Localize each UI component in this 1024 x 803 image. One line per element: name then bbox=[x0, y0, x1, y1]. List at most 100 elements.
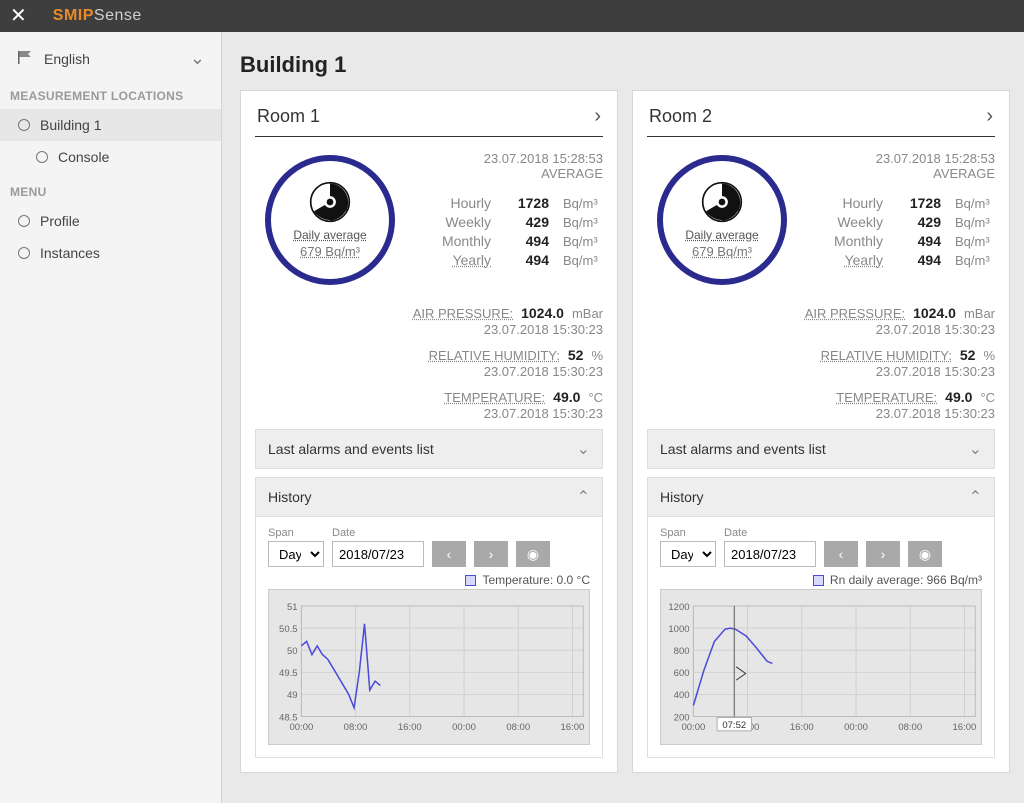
measure-timestamp: 23.07.2018 15:30:23 bbox=[484, 364, 603, 379]
rate-row-hourly: Hourly 1728 Bq/m³ bbox=[807, 195, 995, 211]
rate-unit: Bq/m³ bbox=[955, 196, 995, 211]
prev-button[interactable]: ‹ bbox=[824, 541, 858, 567]
rate-label: Hourly bbox=[433, 195, 491, 211]
rate-unit: Bq/m³ bbox=[563, 253, 603, 268]
record-button[interactable]: ◉ bbox=[516, 541, 550, 567]
language-selector[interactable]: English ⌄ bbox=[0, 38, 221, 83]
chart-legend: Rn daily average: 966 Bq/m³ bbox=[660, 573, 982, 587]
svg-text:1000: 1000 bbox=[668, 624, 689, 635]
chevron-right-icon[interactable]: › bbox=[594, 105, 601, 128]
svg-text:51: 51 bbox=[287, 602, 298, 613]
radio-icon bbox=[18, 119, 30, 131]
measure-unit: mBar bbox=[572, 306, 603, 321]
svg-text:08:00: 08:00 bbox=[898, 722, 922, 733]
legend-swatch-icon bbox=[465, 575, 476, 586]
section-menu: MENU bbox=[0, 179, 221, 205]
rate-row-weekly: Weekly 429 Bq/m³ bbox=[807, 214, 995, 230]
svg-text:00:00: 00:00 bbox=[289, 722, 313, 733]
history-chart[interactable]: 48.54949.55050.55100:0008:0016:0000:0008… bbox=[268, 589, 590, 745]
gauge-label: Daily average bbox=[685, 228, 758, 242]
room-title: Room 1 bbox=[257, 106, 320, 127]
svg-text:400: 400 bbox=[674, 690, 690, 701]
svg-text:50: 50 bbox=[287, 646, 298, 657]
svg-text:08:00: 08:00 bbox=[344, 722, 368, 733]
sidebar-item-profile[interactable]: Profile bbox=[0, 205, 221, 237]
measure-value: 1024.0 bbox=[913, 305, 956, 321]
measure-value: 52 bbox=[960, 347, 976, 363]
measure-value: 49.0 bbox=[553, 389, 580, 405]
sidebar-item-label: Profile bbox=[40, 213, 80, 229]
card-header[interactable]: Room 1 › bbox=[255, 101, 603, 137]
chevron-right-icon[interactable]: › bbox=[986, 105, 993, 128]
measure-unit: % bbox=[591, 348, 603, 363]
radiation-icon bbox=[701, 181, 743, 226]
rate-label: Yearly bbox=[825, 252, 883, 268]
rate-label: Monthly bbox=[825, 233, 883, 249]
rate-value: 494 bbox=[897, 252, 941, 268]
sidebar-item-instances[interactable]: Instances bbox=[0, 237, 221, 269]
rate-row-hourly: Hourly 1728 Bq/m³ bbox=[415, 195, 603, 211]
prev-button[interactable]: ‹ bbox=[432, 541, 466, 567]
history-chart[interactable]: 2004006008001000120000:0008:0016:0000:00… bbox=[660, 589, 982, 745]
history-panel: Span Day Date ‹ › ◉ Temperature: 0.0 °C … bbox=[255, 517, 603, 758]
legend-swatch-icon bbox=[813, 575, 824, 586]
date-input[interactable] bbox=[332, 541, 424, 567]
svg-text:00:00: 00:00 bbox=[681, 722, 705, 733]
chevron-up-icon: ⌃ bbox=[577, 487, 590, 507]
main-content: Building 1 Room 1 › Daily average 679 Bq… bbox=[222, 32, 1024, 803]
measure-label: RELATIVE HUMIDITY: bbox=[429, 348, 560, 363]
rate-row-monthly: Monthly 494 Bq/m³ bbox=[415, 233, 603, 249]
measure-unit: mBar bbox=[964, 306, 995, 321]
accordion-history[interactable]: History ⌃ bbox=[647, 477, 995, 517]
record-button[interactable]: ◉ bbox=[908, 541, 942, 567]
date-input[interactable] bbox=[724, 541, 816, 567]
svg-text:16:00: 16:00 bbox=[398, 722, 422, 733]
accordion-history[interactable]: History ⌃ bbox=[255, 477, 603, 517]
measure-label: TEMPERATURE: bbox=[836, 390, 937, 405]
sidebar-item-building-1[interactable]: Building 1 bbox=[0, 109, 221, 141]
accordion-label: History bbox=[660, 489, 704, 505]
accordion-label: History bbox=[268, 489, 312, 505]
measure-timestamp: 23.07.2018 15:30:23 bbox=[484, 322, 603, 337]
rate-unit: Bq/m³ bbox=[955, 253, 995, 268]
measure-unit: °C bbox=[588, 390, 603, 405]
next-button[interactable]: › bbox=[866, 541, 900, 567]
svg-text:00:00: 00:00 bbox=[452, 722, 476, 733]
span-select[interactable]: Day bbox=[660, 541, 716, 567]
measure-timestamp: 23.07.2018 15:30:23 bbox=[484, 406, 603, 421]
rate-label: Monthly bbox=[433, 233, 491, 249]
rate-unit: Bq/m³ bbox=[563, 234, 603, 249]
rate-row-weekly: Weekly 429 Bq/m³ bbox=[415, 214, 603, 230]
close-icon[interactable]: ✕ bbox=[10, 6, 27, 26]
legend-text: Rn daily average: 966 Bq/m³ bbox=[830, 573, 982, 587]
card-header[interactable]: Room 2 › bbox=[647, 101, 995, 137]
rate-row-yearly: Yearly 494 Bq/m³ bbox=[415, 252, 603, 268]
accordion-alarms[interactable]: Last alarms and events list ⌄ bbox=[647, 429, 995, 469]
next-button[interactable]: › bbox=[474, 541, 508, 567]
rate-value: 494 bbox=[897, 233, 941, 249]
rate-label: Weekly bbox=[433, 214, 491, 230]
measure-temp: TEMPERATURE: 49.0 °C 23.07.2018 15:30:23 bbox=[647, 389, 995, 421]
logo-part-1: SMIP bbox=[53, 7, 94, 24]
measure-timestamp: 23.07.2018 15:30:23 bbox=[876, 364, 995, 379]
accordion-label: Last alarms and events list bbox=[660, 441, 826, 457]
chevron-down-icon: ⌄ bbox=[969, 439, 982, 459]
svg-text:16:00: 16:00 bbox=[561, 722, 585, 733]
span-label: Span bbox=[268, 527, 324, 539]
radio-icon bbox=[18, 215, 30, 227]
radiation-gauge: Daily average 679 Bq/m³ bbox=[265, 155, 395, 285]
rate-value: 1728 bbox=[897, 195, 941, 211]
svg-text:49: 49 bbox=[287, 690, 298, 701]
rate-value: 429 bbox=[505, 214, 549, 230]
rate-value: 494 bbox=[505, 252, 549, 268]
radio-icon bbox=[18, 247, 30, 259]
span-select[interactable]: Day bbox=[268, 541, 324, 567]
date-label: Date bbox=[332, 527, 424, 539]
svg-text:600: 600 bbox=[674, 668, 690, 679]
sidebar-item-console[interactable]: Console bbox=[0, 141, 221, 173]
accordion-alarms[interactable]: Last alarms and events list ⌄ bbox=[255, 429, 603, 469]
measure-label: TEMPERATURE: bbox=[444, 390, 545, 405]
rate-label: Yearly bbox=[433, 252, 491, 268]
rate-row-monthly: Monthly 494 Bq/m³ bbox=[807, 233, 995, 249]
rate-unit: Bq/m³ bbox=[563, 215, 603, 230]
